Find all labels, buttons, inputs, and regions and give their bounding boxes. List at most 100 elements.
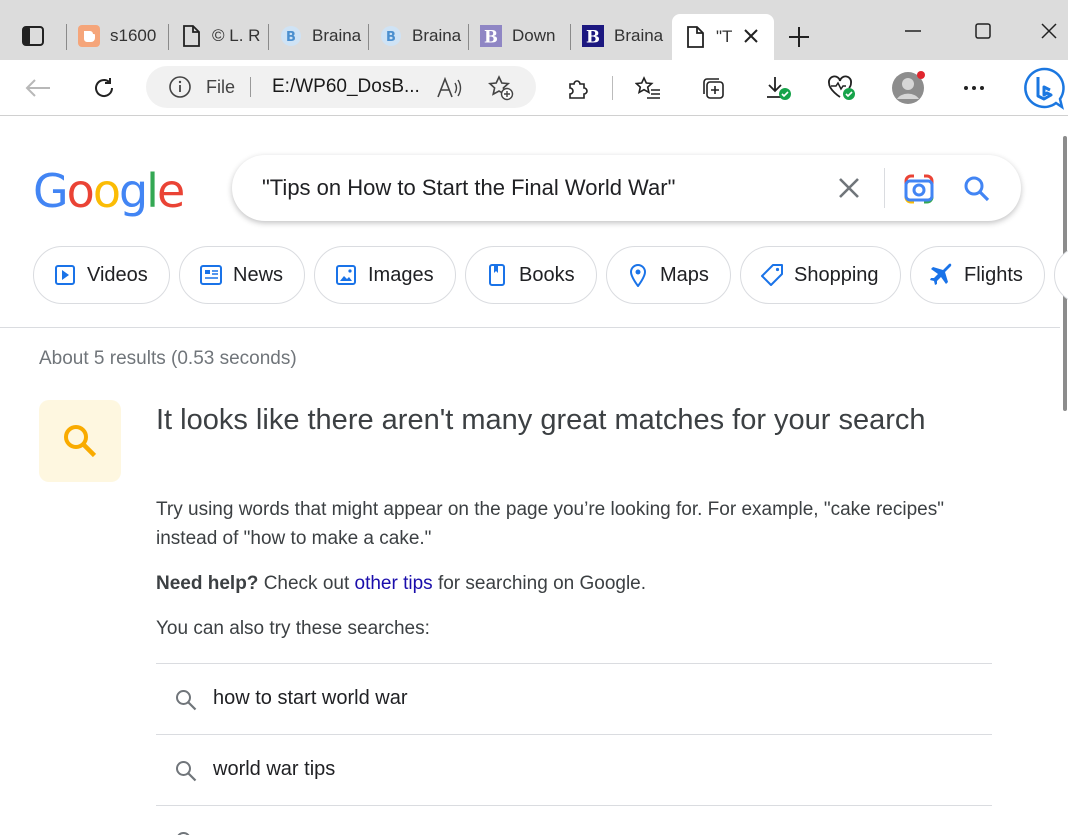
- video-play-icon: [53, 263, 77, 287]
- url-scheme-label: File: [206, 77, 236, 97]
- braina-b-icon: B: [380, 25, 402, 47]
- tab-strip: s1600 © L. R B Braina B Braina B Down B: [0, 0, 1068, 60]
- close-window-button[interactable]: [1034, 16, 1064, 46]
- collections-button[interactable]: [696, 70, 732, 106]
- tab-actions-icon: [22, 26, 44, 46]
- svg-text:B: B: [586, 27, 600, 46]
- tab-6[interactable]: B Braina: [570, 14, 672, 58]
- search-input[interactable]: "Tips on How to Start the Final World Wa…: [262, 175, 675, 201]
- newspaper-icon: [199, 263, 223, 287]
- refresh-icon: [95, 78, 114, 97]
- url-text[interactable]: E:/WP60_DosB...: [272, 76, 422, 98]
- braina-purple-b-icon: B: [480, 25, 502, 47]
- download-icon: [767, 77, 791, 100]
- tab-1[interactable]: s1600: [66, 14, 170, 58]
- search-icon: [176, 690, 197, 711]
- braina-navy-b-icon: B: [582, 25, 604, 47]
- page-scrollbar[interactable]: [1060, 116, 1068, 835]
- chip-more[interactable]: [1054, 246, 1068, 304]
- tab-4[interactable]: B Braina: [368, 14, 470, 58]
- help-line: Need help? Check out other tips for sear…: [156, 571, 646, 597]
- help-label: Need help?: [156, 573, 259, 594]
- chip-books[interactable]: Books: [465, 246, 597, 304]
- svg-text:B: B: [484, 27, 498, 46]
- suggested-search-item[interactable]: [156, 805, 992, 835]
- search-filter-chips: Videos News Images Books Maps Shopping F…: [33, 246, 1068, 304]
- avatar-icon: [892, 71, 925, 104]
- tab-title: "T: [716, 27, 733, 46]
- suggested-search-item[interactable]: how to start world war: [156, 663, 992, 735]
- chip-label: Maps: [660, 263, 709, 286]
- chip-images[interactable]: Images: [314, 246, 456, 304]
- braina-b-icon: B: [280, 25, 302, 47]
- chip-label: Books: [519, 263, 575, 286]
- read-aloud-button[interactable]: [436, 75, 462, 101]
- blogger-icon: [78, 25, 100, 47]
- minimize-button[interactable]: [898, 16, 928, 46]
- search-icon: [176, 761, 197, 782]
- tab-5[interactable]: B Down: [468, 14, 572, 58]
- suggested-search-item[interactable]: world war tips: [156, 734, 992, 806]
- chip-label: News: [233, 263, 284, 286]
- favorites-list-icon: [635, 76, 660, 99]
- tab-3[interactable]: B Braina: [268, 14, 370, 58]
- address-bar[interactable]: File E:/WP60_DosB...: [146, 66, 536, 108]
- page-icon: [684, 26, 706, 48]
- chip-label: Videos: [87, 263, 148, 286]
- google-lens-icon[interactable]: [902, 172, 936, 206]
- tab-title: s1600: [110, 26, 157, 45]
- result-stats: About 5 results (0.53 seconds): [39, 348, 297, 369]
- page-icon: [180, 25, 202, 47]
- profile-button[interactable]: [890, 70, 926, 106]
- tab-title: Braina: [614, 26, 664, 45]
- info-icon[interactable]: [168, 75, 192, 99]
- tab-7-active[interactable]: "T: [672, 14, 774, 60]
- heart-pulse-icon: [828, 75, 855, 100]
- tab-2[interactable]: © L. R: [168, 14, 270, 58]
- chip-news[interactable]: News: [179, 246, 305, 304]
- new-tab-button[interactable]: [784, 22, 814, 52]
- chip-shopping[interactable]: Shopping: [740, 246, 901, 304]
- tab-actions-button[interactable]: [12, 22, 54, 50]
- back-button[interactable]: [20, 70, 56, 106]
- chip-label: Flights: [964, 263, 1023, 286]
- chip-flights[interactable]: Flights: [910, 246, 1045, 304]
- bing-icon: [1024, 67, 1065, 110]
- tab-title: Down: [512, 26, 556, 45]
- favorites-button[interactable]: [630, 70, 666, 106]
- browser-essentials-button[interactable]: [824, 70, 860, 106]
- close-tab-button[interactable]: [740, 25, 762, 47]
- map-pin-icon: [626, 263, 650, 287]
- search-icon: [177, 832, 190, 835]
- search-box[interactable]: "Tips on How to Start the Final World Wa…: [232, 155, 1021, 221]
- bing-chat-button[interactable]: [1022, 66, 1066, 110]
- search-icon[interactable]: [960, 172, 994, 206]
- chip-label: Shopping: [794, 263, 879, 286]
- google-logo[interactable]: Google: [33, 164, 185, 218]
- chip-maps[interactable]: Maps: [606, 246, 731, 304]
- search-icon: [64, 425, 97, 458]
- maximize-button[interactable]: [968, 16, 998, 46]
- price-tag-icon: [760, 263, 784, 287]
- refresh-button[interactable]: [86, 70, 122, 106]
- plus-icon: [789, 27, 809, 47]
- svg-text:B: B: [286, 30, 296, 45]
- browser-toolbar: File E:/WP60_DosB...: [0, 60, 1068, 116]
- clear-search-icon[interactable]: [836, 175, 862, 201]
- add-favorite-button[interactable]: [488, 75, 514, 101]
- more-dots-icon: [964, 86, 984, 90]
- close-icon: [1041, 23, 1057, 39]
- suggested-search-text: world war tips: [213, 758, 336, 780]
- tab-title: Braina: [312, 26, 362, 45]
- help-post-text: for searching on Google.: [437, 573, 647, 594]
- chip-videos[interactable]: Videos: [33, 246, 170, 304]
- settings-menu-button[interactable]: [956, 70, 992, 106]
- downloads-button[interactable]: [760, 70, 796, 106]
- book-icon: [485, 263, 509, 287]
- other-tips-link[interactable]: other tips: [355, 573, 433, 594]
- close-icon: [744, 29, 758, 43]
- maximize-icon: [975, 23, 991, 39]
- arrow-left-icon: [25, 79, 50, 97]
- svg-text:B: B: [386, 30, 396, 45]
- extensions-button[interactable]: [560, 70, 596, 106]
